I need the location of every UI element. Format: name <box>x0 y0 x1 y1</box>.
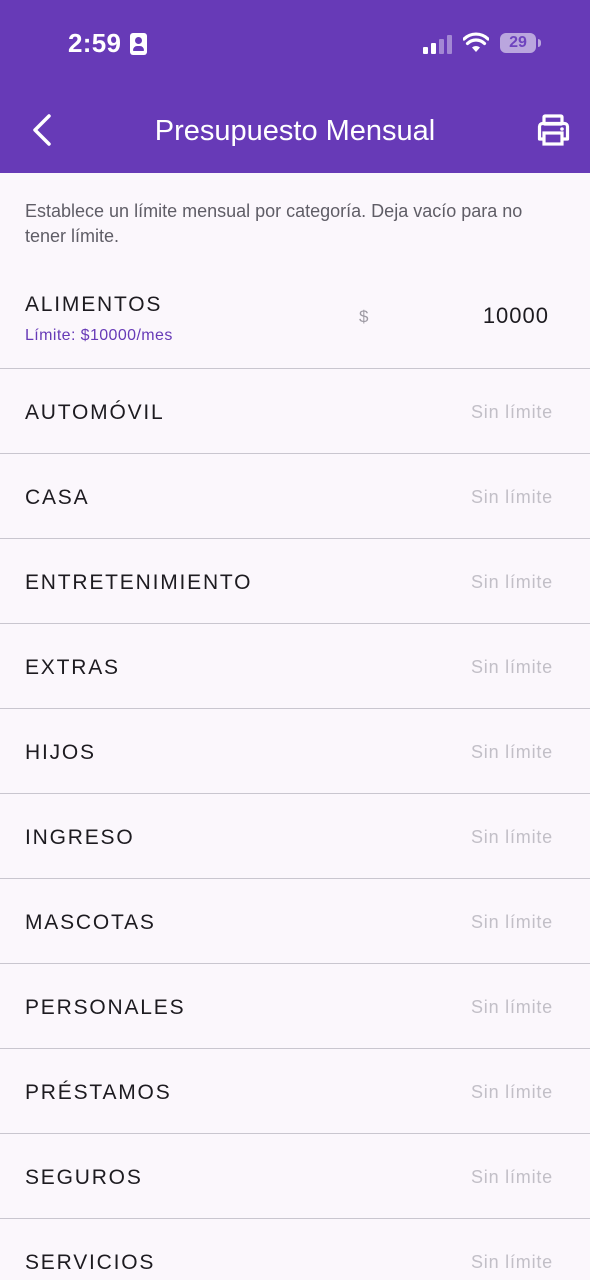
limit-input[interactable]: 10000 <box>429 303 549 329</box>
category-row-extras[interactable]: EXTRAS Sin límite <box>0 624 590 709</box>
category-name: CASA <box>25 486 90 509</box>
screen: 2:59 29 Presupuesto Mensual Establece un… <box>0 0 590 1280</box>
category-name: INGRESO <box>25 826 135 849</box>
cellular-signal-icon <box>423 34 453 54</box>
category-name: ENTRETENIMIENTO <box>25 571 253 594</box>
category-name: SERVICIOS <box>25 1251 156 1274</box>
category-row-ingreso[interactable]: INGRESO Sin límite <box>0 794 590 879</box>
category-row-mascotas[interactable]: MASCOTAS Sin límite <box>0 879 590 964</box>
limit-input[interactable]: Sin límite <box>471 912 553 933</box>
budget-list: Establece un límite mensual por categorí… <box>0 173 590 1280</box>
category-limit-label: Límite: $10000/mes <box>25 327 173 344</box>
category-row-servicios[interactable]: SERVICIOS Sin límite <box>0 1219 590 1280</box>
battery-indicator: 29 <box>500 33 536 53</box>
category-name: EXTRAS <box>25 656 120 679</box>
category-row-hijos[interactable]: HIJOS Sin límite <box>0 709 590 794</box>
category-name: ALIMENTOS <box>25 293 163 316</box>
currency-prefix: $ <box>359 307 369 326</box>
battery-cap <box>538 39 541 47</box>
limit-input[interactable]: Sin límite <box>471 657 553 678</box>
limit-input[interactable]: Sin límite <box>471 1252 553 1273</box>
limit-input[interactable]: Sin límite <box>471 997 553 1018</box>
app-bar: 2:59 29 Presupuesto Mensual <box>0 0 590 173</box>
limit-input[interactable]: Sin límite <box>471 487 553 508</box>
page-title: Presupuesto Mensual <box>154 115 436 147</box>
category-name: MASCOTAS <box>25 911 156 934</box>
limit-input[interactable]: Sin límite <box>471 402 553 423</box>
status-time: 2:59 <box>68 28 122 58</box>
category-row-casa[interactable]: CASA Sin límite <box>0 454 590 539</box>
category-name: AUTOMÓVIL <box>25 401 165 424</box>
print-button[interactable] <box>535 113 573 149</box>
limit-input[interactable]: Sin límite <box>471 572 553 593</box>
limit-input[interactable]: Sin límite <box>471 1082 553 1103</box>
limit-input[interactable]: Sin límite <box>471 742 553 763</box>
limit-input[interactable]: Sin límite <box>471 1167 553 1188</box>
category-row-automovil[interactable]: AUTOMÓVIL Sin límite <box>0 369 590 454</box>
contact-card-icon <box>130 33 147 55</box>
limit-input[interactable]: Sin límite <box>471 827 553 848</box>
category-row-alimentos[interactable]: ALIMENTOS Límite: $10000/mes $ 10000 <box>0 273 590 369</box>
printer-icon <box>537 114 570 146</box>
category-row-seguros[interactable]: SEGUROS Sin límite <box>0 1134 590 1219</box>
category-row-personales[interactable]: PERSONALES Sin límite <box>0 964 590 1049</box>
category-row-entretenimiento[interactable]: ENTRETENIMIENTO Sin límite <box>0 539 590 624</box>
category-name: PRÉSTAMOS <box>25 1081 172 1104</box>
wifi-icon <box>463 32 489 52</box>
category-name: HIJOS <box>25 741 96 764</box>
category-name: PERSONALES <box>25 996 186 1019</box>
category-row-prestamos[interactable]: PRÉSTAMOS Sin límite <box>0 1049 590 1134</box>
category-name: SEGUROS <box>25 1166 143 1189</box>
intro-text: Establece un límite mensual por categorí… <box>25 201 523 246</box>
